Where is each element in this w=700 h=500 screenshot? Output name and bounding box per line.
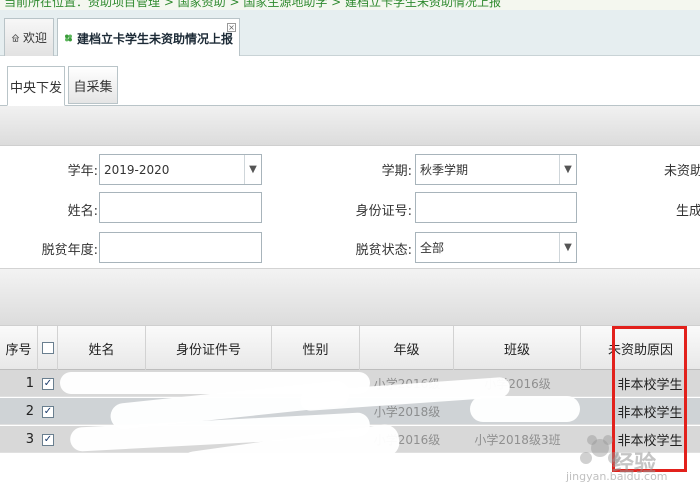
- breadcrumb-text: 当前所在位置：资助项目管理 > 国家资助 > 国家生源地助学 > 建档立卡学生未…: [4, 0, 502, 9]
- tab-central-issued-label: 中央下发: [9, 80, 62, 96]
- chevron-down-icon: ▼: [244, 155, 261, 184]
- poverty-year-input[interactable]: [99, 232, 262, 263]
- row-checkbox-cell[interactable]: ✓: [38, 426, 58, 453]
- chevron-down-icon: ▼: [559, 233, 576, 262]
- col-grade[interactable]: 年级: [360, 326, 454, 370]
- semester-value: 秋季学期: [420, 163, 469, 177]
- breadcrumb: 当前所在位置：资助项目管理 > 国家资助 > 国家生源地助学 > 建档立卡学生未…: [0, 0, 700, 10]
- school-year-value: 2019-2020: [104, 162, 170, 177]
- watermark-url: jingyan.baidu.com: [566, 470, 668, 483]
- col-gender[interactable]: 性别: [272, 326, 360, 370]
- leaf-icon: [65, 34, 72, 42]
- close-icon[interactable]: ×: [227, 23, 236, 32]
- tab-unfunded-report[interactable]: 建档立卡学生未资助情况上报 ×: [57, 18, 240, 57]
- id-number-input[interactable]: [415, 192, 577, 223]
- main-tab-strip: 欢迎 建档立卡学生未资助情况上报 ×: [0, 10, 700, 57]
- name-input[interactable]: [99, 192, 262, 223]
- poverty-year-label: 脱贫年度:: [41, 243, 98, 258]
- tab-welcome[interactable]: 欢迎: [4, 18, 54, 56]
- tab-unfunded-report-label: 建档立卡学生未资助情况上报: [76, 31, 233, 46]
- col-id-number[interactable]: 身份证件号: [146, 326, 272, 370]
- generate-label: 生成: [676, 204, 700, 219]
- action-band: [0, 268, 700, 326]
- select-all-checkbox[interactable]: [41, 342, 54, 354]
- toolbar-band: [0, 106, 700, 146]
- row-index: 1: [25, 376, 34, 391]
- school-year-label: 学年:: [67, 164, 98, 179]
- name-label: 姓名:: [67, 204, 98, 219]
- poverty-status-value: 全部: [420, 241, 445, 255]
- tab-self-collected-label: 自采集: [73, 79, 113, 95]
- row-checkbox-cell[interactable]: ✓: [38, 370, 58, 397]
- col-select-all[interactable]: [38, 326, 58, 370]
- row-index: 2: [25, 404, 34, 419]
- tab-welcome-label: 欢迎: [22, 31, 47, 45]
- poverty-status-select[interactable]: 全部 ▼: [415, 232, 577, 263]
- semester-label: 学期:: [381, 164, 412, 179]
- unfunded-label: 未资助: [664, 164, 700, 179]
- school-year-select[interactable]: 2019-2020 ▼: [99, 154, 262, 185]
- row-grade-text: 小学2018级: [373, 405, 441, 419]
- chevron-down-icon: ▼: [559, 155, 576, 184]
- tab-central-issued[interactable]: 中央下发: [7, 66, 65, 106]
- row-checkbox[interactable]: ✓: [42, 377, 54, 390]
- id-number-label: 身份证号:: [355, 204, 412, 219]
- search-form: 学年: 2019-2020 ▼ 学期: 秋季学期 ▼ 未资助 姓名: 身份证号:…: [0, 146, 700, 268]
- semester-select[interactable]: 秋季学期 ▼: [415, 154, 577, 185]
- col-name[interactable]: 姓名: [58, 326, 146, 370]
- row-index: 3: [25, 432, 34, 447]
- row-checkbox[interactable]: ✓: [42, 405, 54, 418]
- table-header: 序号 姓名 身份证件号 性别 年级 班级 未资助原因: [0, 326, 700, 370]
- poverty-status-label: 脱贫状态:: [355, 243, 412, 258]
- row-checkbox[interactable]: ✓: [42, 433, 54, 446]
- row-checkbox-cell[interactable]: ✓: [38, 398, 58, 425]
- tab-self-collected[interactable]: 自采集: [68, 66, 118, 104]
- col-index: 序号: [0, 326, 38, 370]
- row-class-text: 小学2018级3班: [474, 433, 561, 447]
- home-icon: [11, 33, 20, 42]
- col-class[interactable]: 班级: [454, 326, 581, 370]
- sub-tab-strip: 中央下发 自采集: [0, 56, 700, 106]
